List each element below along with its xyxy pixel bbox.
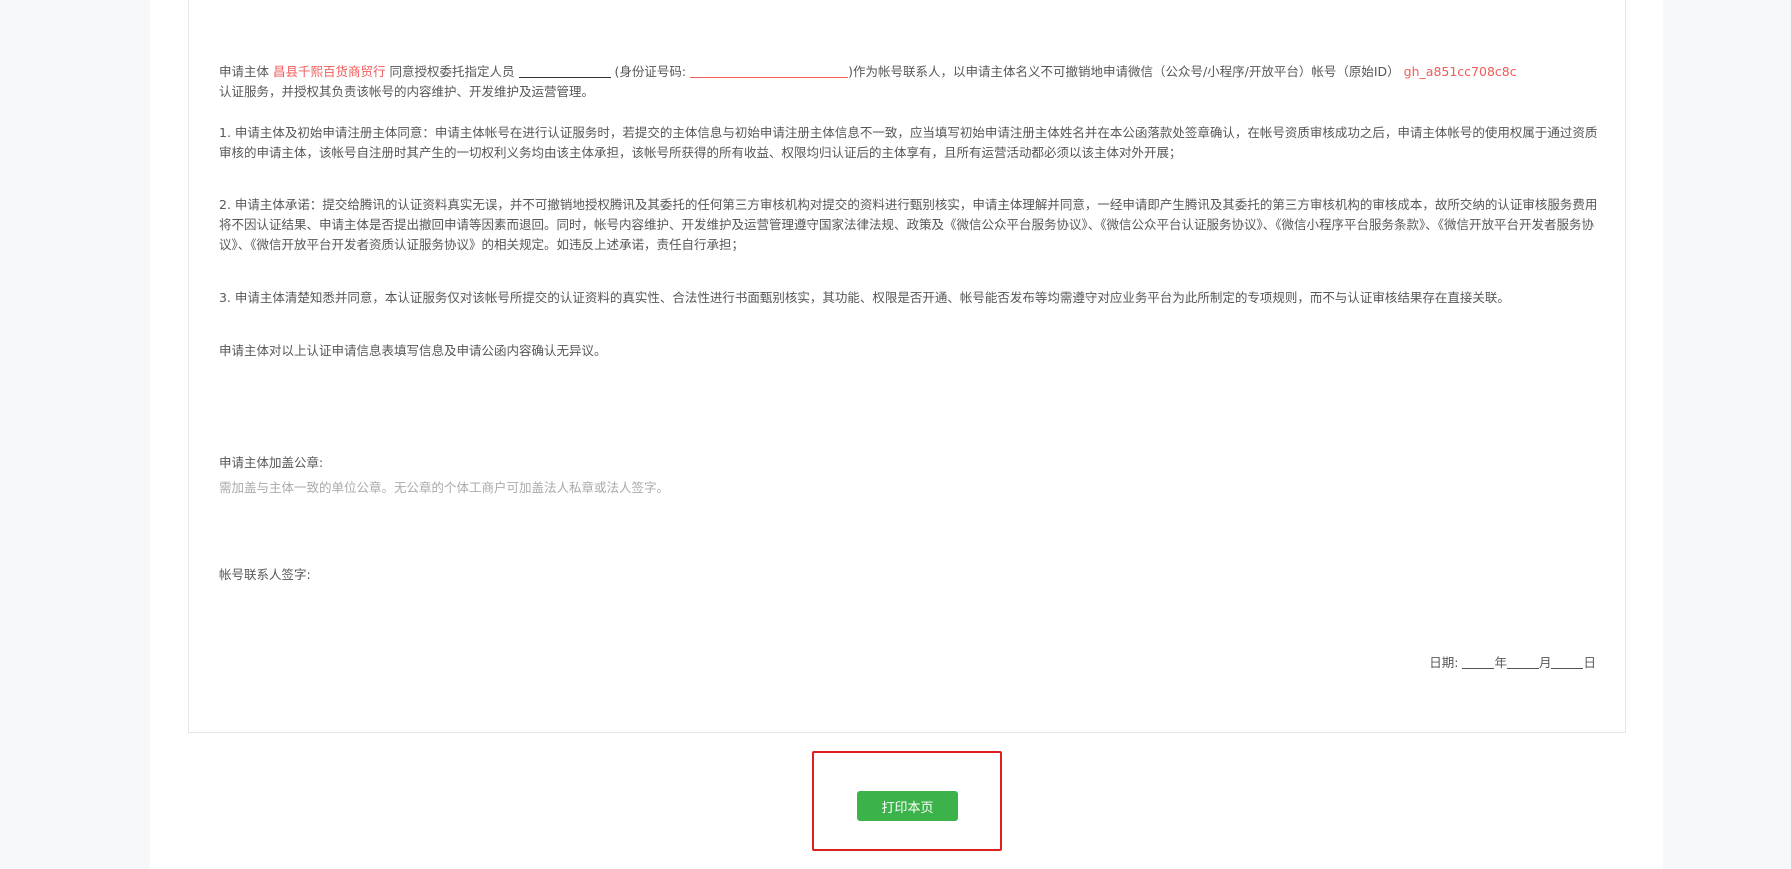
id-number-blank: [690, 64, 849, 78]
authorize-text: 同意授权委托指定人员: [389, 64, 515, 79]
contact-text: )作为帐号联系人，以申请主体名义不可撤销地申请微信（公众号/小程序/开放平台）帐…: [848, 64, 1400, 79]
seal-hint: 需加盖与主体一致的单位公章。无公章的个体工商户可加盖法人私章或法人签字。: [219, 480, 670, 495]
clause-2: 2. 申请主体承诺：提交给腾讯的认证资料真实无误，并不可撤销地授权腾讯及其委托的…: [219, 197, 1598, 252]
day-blank: [1551, 655, 1584, 669]
intro-line2: 认证服务，并授权其负责该帐号的内容维护、开发维护及运营管理。: [219, 84, 595, 99]
letter-body: 申请主体 昌县千熙百货商贸行 同意授权委托指定人员 (身份证号码: )作为帐号联…: [219, 62, 1598, 382]
confirmation-statement: 申请主体对以上认证申请信息表填写信息及申请公函内容确认无异议。: [219, 343, 607, 358]
contact-signature-label: 帐号联系人签字:: [219, 567, 311, 582]
print-page-button[interactable]: 打印本页: [857, 791, 958, 821]
contact-name-blank: [518, 64, 611, 78]
subject-name: 昌县千熙百货商贸行: [273, 64, 386, 79]
original-id: gh_a851cc708c8c: [1403, 64, 1517, 79]
date-line: 日期: 年 月 日: [1429, 652, 1596, 671]
intro-paragraph: 申请主体 昌县千熙百货商贸行 同意授权委托指定人员 (身份证号码: )作为帐号联…: [219, 62, 1598, 102]
month-blank: [1506, 655, 1539, 669]
year-blank: [1462, 655, 1495, 669]
day-unit: 日: [1583, 655, 1596, 670]
date-label: 日期:: [1429, 655, 1459, 670]
year-unit: 年: [1494, 655, 1507, 670]
clause-1: 1. 申请主体及初始申请注册主体同意：申请主体帐号在进行认证服务时，若提交的主体…: [219, 125, 1598, 160]
clause-3: 3. 申请主体清楚知悉并同意，本认证服务仅对该帐号所提交的认证资料的真实性、合法…: [219, 290, 1510, 305]
id-label: (身份证号码:: [614, 64, 687, 79]
month-unit: 月: [1538, 655, 1552, 670]
subject-prefix: 申请主体: [219, 64, 270, 79]
seal-label: 申请主体加盖公章:: [219, 455, 324, 470]
